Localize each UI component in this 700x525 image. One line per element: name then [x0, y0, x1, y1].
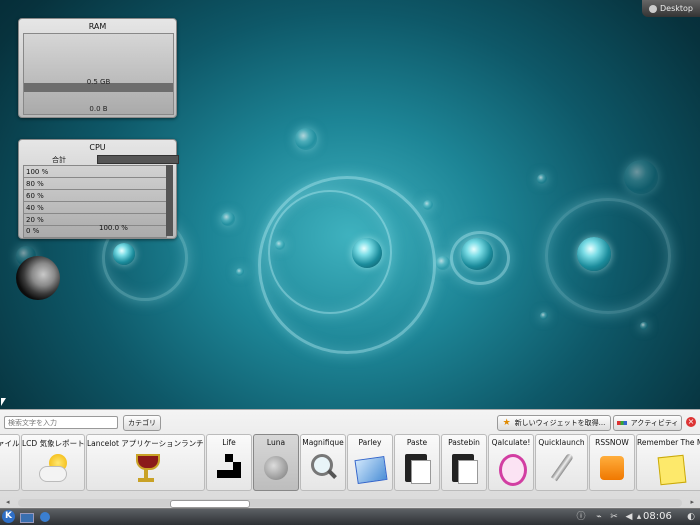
- pager-icon[interactable]: [20, 513, 34, 523]
- rocket-icon: [546, 452, 578, 484]
- tile-label: Parley: [358, 438, 382, 447]
- moon-icon: [260, 452, 292, 484]
- cashew-icon: [649, 4, 657, 13]
- parley-icon: [354, 452, 388, 484]
- tile-label: Quicklaunch: [538, 438, 585, 447]
- grid-label-100: 100 %: [26, 168, 49, 176]
- grail-icon: [130, 452, 162, 484]
- desktop-toolbox-button[interactable]: Desktop: [642, 0, 700, 17]
- grid-label-80: 80 %: [26, 180, 44, 188]
- qalculate-icon: [495, 452, 527, 486]
- widget-tile-magnifique[interactable]: Magnifique: [300, 434, 346, 491]
- ram-monitor-widget[interactable]: RAM 0.5 GB 0.0 B: [18, 18, 177, 118]
- activities-button[interactable]: アクティビティ: [613, 415, 682, 431]
- grid-label-20: 20 %: [26, 216, 44, 224]
- volume-icon[interactable]: ◀: [624, 512, 634, 522]
- widget-tile-paste[interactable]: Paste: [394, 434, 440, 491]
- cpu-current-value: 100.0 %: [99, 224, 128, 232]
- scroll-right-arrow-icon[interactable]: ▸: [690, 498, 694, 506]
- tile-label: Remember The Mi: [637, 438, 700, 447]
- explorer-scrollbar[interactable]: ◂ ▸: [6, 498, 694, 508]
- tile-label: LCD 気象レポート: [22, 439, 85, 448]
- ram-widget-title: RAM: [88, 22, 107, 31]
- clock[interactable]: 08:06: [643, 511, 672, 522]
- ram-free-value: 0.0 B: [89, 105, 108, 113]
- mouse-cursor-icon: [1, 398, 6, 406]
- taskbar: K ⓘ ⌁ ✂ ◀ ▴ 08:06 ◐: [0, 508, 700, 525]
- widget-tile-qalculate[interactable]: Qalculate!: [488, 434, 534, 491]
- scrollbar-thumb[interactable]: [170, 500, 250, 508]
- activities-icon: [616, 421, 627, 425]
- star-icon: ★: [502, 418, 511, 428]
- cpu-graph-scrollbar[interactable]: [166, 165, 173, 236]
- widget-tile-parley[interactable]: Parley: [347, 434, 393, 491]
- magnifier-icon: [307, 452, 339, 484]
- widget-tile-quicklaunch[interactable]: Quicklaunch: [535, 434, 588, 491]
- widget-tile-rssnow[interactable]: RSSNOW: [589, 434, 635, 491]
- tile-label: Pastebin: [448, 438, 480, 447]
- tile-label: Qalculate!: [491, 438, 531, 447]
- scroll-left-arrow-icon[interactable]: ◂: [6, 498, 10, 506]
- life-grid-icon: [213, 452, 245, 484]
- widget-tile-life[interactable]: Life: [206, 434, 252, 491]
- network-icon[interactable]: ⌁: [594, 512, 604, 522]
- widget-tile-lcd-weather[interactable]: LCD 気象レポート: [21, 434, 85, 491]
- cpu-graph: 100 % 80 % 60 % 40 % 20 % 0 %: [23, 165, 167, 238]
- tile-label: Magnifique: [302, 438, 344, 447]
- widget-tile-luna[interactable]: Luna: [253, 434, 299, 491]
- widget-tile-file[interactable]: ァイル: [0, 434, 20, 491]
- tile-label: Life: [222, 438, 236, 447]
- close-icon[interactable]: ×: [686, 417, 696, 427]
- rss-icon: [596, 452, 628, 484]
- tile-label: ァイル: [0, 439, 20, 448]
- pastebin-icon: [448, 452, 480, 484]
- weather-icon: [37, 452, 69, 484]
- ram-graph: 0.5 GB 0.0 B: [23, 33, 174, 115]
- tile-label: Lancelot アプリケーションランチャー: [87, 439, 204, 448]
- activities-label: アクティビティ: [630, 419, 679, 427]
- info-icon[interactable]: ⓘ: [576, 512, 586, 522]
- get-new-widgets-button[interactable]: ★ 新しいウィジェットを取得...: [497, 415, 611, 431]
- desktop-button-label: Desktop: [660, 4, 693, 13]
- category-button[interactable]: カテゴリ: [123, 415, 161, 431]
- get-new-widgets-label: 新しいウィジェットを取得...: [514, 419, 606, 427]
- cpu-total-bar: [97, 155, 179, 164]
- widget-tile-pastebin[interactable]: Pastebin: [441, 434, 487, 491]
- widget-tile-lancelot[interactable]: Lancelot アプリケーションランチャー: [86, 434, 205, 491]
- scissors-icon[interactable]: ✂: [609, 512, 619, 522]
- grid-label-60: 60 %: [26, 192, 44, 200]
- tile-label: Luna: [266, 438, 286, 447]
- globe-icon[interactable]: [40, 512, 50, 522]
- tile-label: Paste: [406, 438, 428, 447]
- cashew-icon[interactable]: ◐: [686, 512, 696, 522]
- search-input[interactable]: 検索文字を入力: [4, 416, 118, 429]
- tile-label: RSSNOW: [595, 438, 629, 447]
- widget-tile-remember-the-milk[interactable]: Remember The Mi: [636, 434, 700, 491]
- grid-label-0: 0 %: [26, 227, 40, 235]
- ram-used-value: 0.5 GB: [86, 78, 111, 86]
- widget-explorer-panel: 検索文字を入力 カテゴリ ★ 新しいウィジェットを取得... アクティビティ ×…: [0, 409, 700, 509]
- cpu-total-label: 合計: [52, 156, 66, 164]
- notepad-icon: [655, 452, 687, 486]
- grid-label-40: 40 %: [26, 204, 44, 212]
- cpu-widget-title: CPU: [89, 143, 106, 152]
- clipboard-icon: [401, 452, 433, 484]
- cpu-monitor-widget[interactable]: CPU 合計 100 % 80 % 60 % 40 % 20 % 0 % 100…: [18, 139, 179, 239]
- kde-menu-icon[interactable]: K: [2, 510, 15, 523]
- moon-phase-widget[interactable]: [16, 256, 60, 300]
